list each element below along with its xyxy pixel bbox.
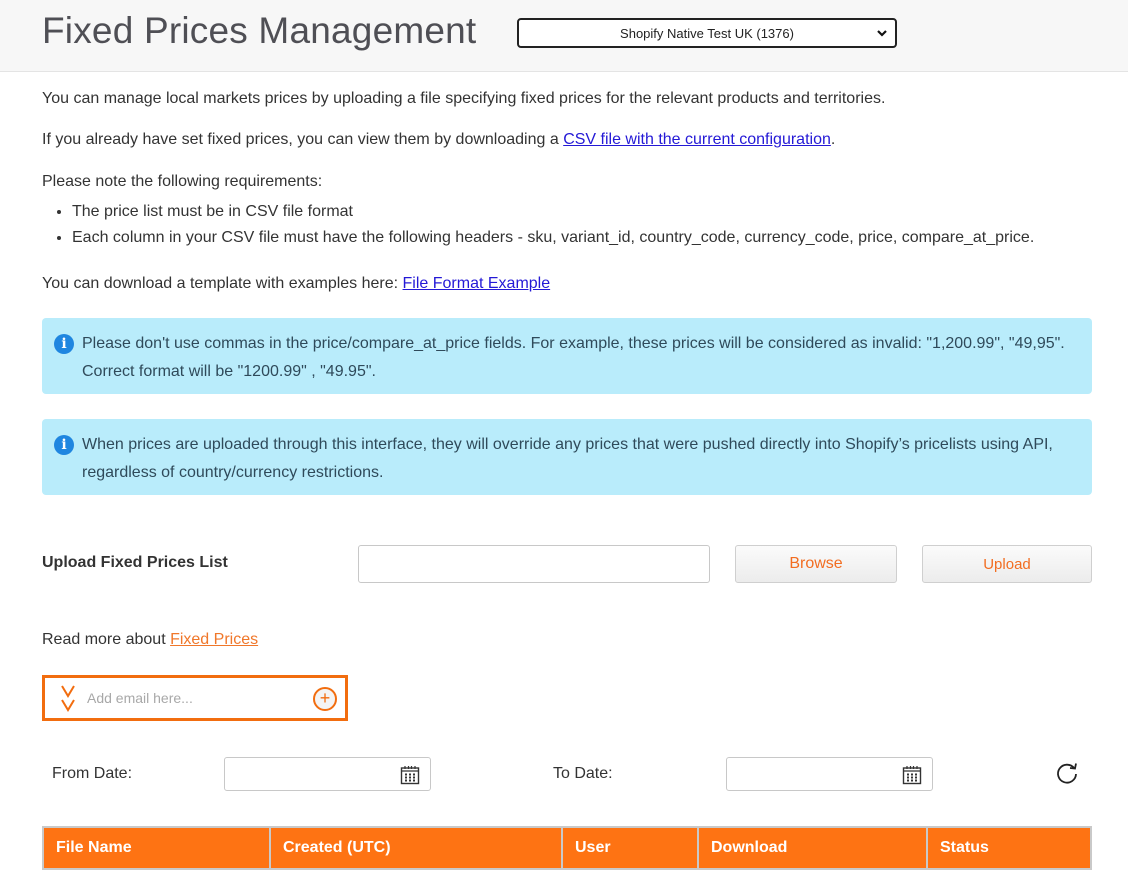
to-date-input[interactable] <box>726 757 933 791</box>
chevron-down-icon <box>877 30 887 37</box>
template-prefix: You can download a template with example… <box>42 275 403 292</box>
store-select-value: Shopify Native Test UK (1376) <box>620 25 794 41</box>
csv-download-text: If you already have set fixed prices, yo… <box>42 131 835 149</box>
csv-download-prefix: If you already have set fixed prices, yo… <box>42 131 564 148</box>
page-header: Fixed Prices Management Shopify Native T… <box>0 0 1128 72</box>
column-header-user[interactable]: User <box>561 826 699 870</box>
csv-config-link[interactable]: CSV file with the current configuration <box>563 131 831 148</box>
requirements-title: Please note the following requirements: <box>42 173 323 190</box>
info-icon: i <box>54 334 74 354</box>
chevrons-logo-icon <box>61 685 75 712</box>
email-widget: + <box>42 675 348 721</box>
column-header-download[interactable]: Download <box>697 826 928 870</box>
files-table: File Name Created (UTC) User Download St… <box>42 826 1092 870</box>
requirement-item: The price list must be in CSV file forma… <box>72 202 1034 222</box>
requirements-list: The price list must be in CSV file forma… <box>42 202 1034 254</box>
alert-commas: i Please don't use commas in the price/c… <box>42 318 1092 394</box>
column-header-created[interactable]: Created (UTC) <box>269 826 563 870</box>
refresh-icon[interactable] <box>1054 760 1080 786</box>
intro-text: You can manage local markets prices by u… <box>42 90 886 107</box>
plus-icon: + <box>319 688 331 708</box>
email-input[interactable] <box>85 687 305 709</box>
info-icon: i <box>54 435 74 455</box>
file-path-input[interactable] <box>358 545 710 583</box>
alert-text: When prices are uploaded through this in… <box>82 436 1053 481</box>
from-date-input[interactable] <box>224 757 431 791</box>
csv-download-suffix: . <box>830 131 836 148</box>
browse-button[interactable]: Browse <box>735 545 897 583</box>
alert-override: i When prices are uploaded through this … <box>42 419 1092 495</box>
template-text: You can download a template with example… <box>42 275 550 293</box>
fixed-prices-link[interactable]: Fixed Prices <box>170 631 258 648</box>
upload-label: Upload Fixed Prices List <box>42 554 228 571</box>
requirement-item: Each column in your CSV file must have t… <box>72 228 1034 248</box>
alert-text: Please don't use commas in the price/com… <box>82 335 1065 380</box>
calendar-icon[interactable] <box>902 765 922 785</box>
column-header-file-name[interactable]: File Name <box>42 826 271 870</box>
upload-button[interactable]: Upload <box>922 545 1092 583</box>
calendar-icon[interactable] <box>400 765 420 785</box>
read-more-prefix: Read more about <box>42 631 171 648</box>
column-header-status[interactable]: Status <box>926 826 1092 870</box>
to-date-label: To Date: <box>553 765 613 782</box>
from-date-label: From Date: <box>52 765 133 782</box>
page-title: Fixed Prices Management <box>42 10 477 51</box>
add-email-button[interactable]: + <box>313 687 337 711</box>
table-header-row: File Name Created (UTC) User Download St… <box>42 826 1092 870</box>
store-select[interactable]: Shopify Native Test UK (1376) <box>517 18 897 48</box>
file-format-example-link[interactable]: File Format Example <box>403 275 551 292</box>
read-more-text: Read more about Fixed Prices <box>42 631 258 649</box>
